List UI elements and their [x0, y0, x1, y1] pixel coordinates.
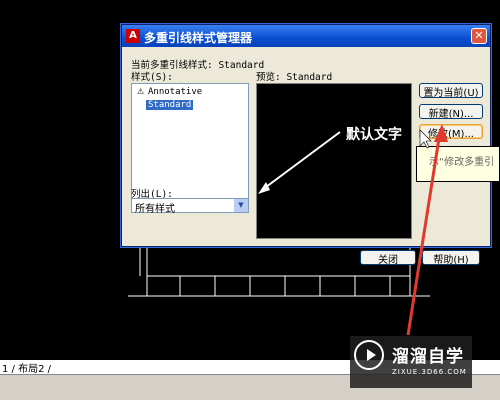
modify-tooltip: 示“修改多重引 [416, 146, 500, 182]
style-item-standard[interactable]: Standard [146, 100, 194, 110]
help-button[interactable]: 帮助(H) [422, 250, 480, 266]
close-button[interactable]: 关闭 [360, 250, 416, 266]
annotative-icon: ⚠ [137, 87, 145, 96]
layout-tab-labels[interactable]: 1 / 布局2 / [2, 360, 51, 375]
dialog-titlebar[interactable]: A 多重引线样式管理器 ✕ [122, 25, 490, 47]
style-preview [256, 83, 412, 239]
dialog-title: 多重引线样式管理器 [144, 31, 253, 45]
watermark-title: 溜溜自学 [392, 347, 464, 367]
multileader-style-manager-dialog: A 多重引线样式管理器 ✕ 当前多重引线样式: Standard 样式(S): … [121, 24, 491, 266]
autocad-logo-icon: A [126, 29, 140, 43]
styles-label: 样式(S): [131, 72, 173, 83]
chevron-down-icon[interactable]: ▼ [234, 199, 248, 212]
modify-button[interactable]: 修改(M)... [419, 124, 483, 140]
play-logo-icon [354, 340, 384, 370]
close-icon[interactable]: ✕ [471, 28, 487, 44]
tooltip-text: 示“修改多重引 [429, 157, 495, 168]
watermark-url: ZIXUE.3D66.COM [392, 368, 467, 376]
list-filter-value: 所有样式 [135, 204, 175, 215]
set-current-button[interactable]: 置为当前(U) [419, 83, 483, 99]
watermark: 溜溜自学 ZIXUE.3D66.COM [350, 336, 472, 388]
preview-label: 预览: Standard [256, 72, 333, 83]
new-button[interactable]: 新建(N)... [419, 104, 483, 120]
style-item-annotative[interactable]: Annotative [146, 87, 204, 97]
default-text-annotation: 默认文字 [346, 127, 402, 143]
list-filter-select[interactable]: 所有样式 ▼ [131, 198, 249, 215]
